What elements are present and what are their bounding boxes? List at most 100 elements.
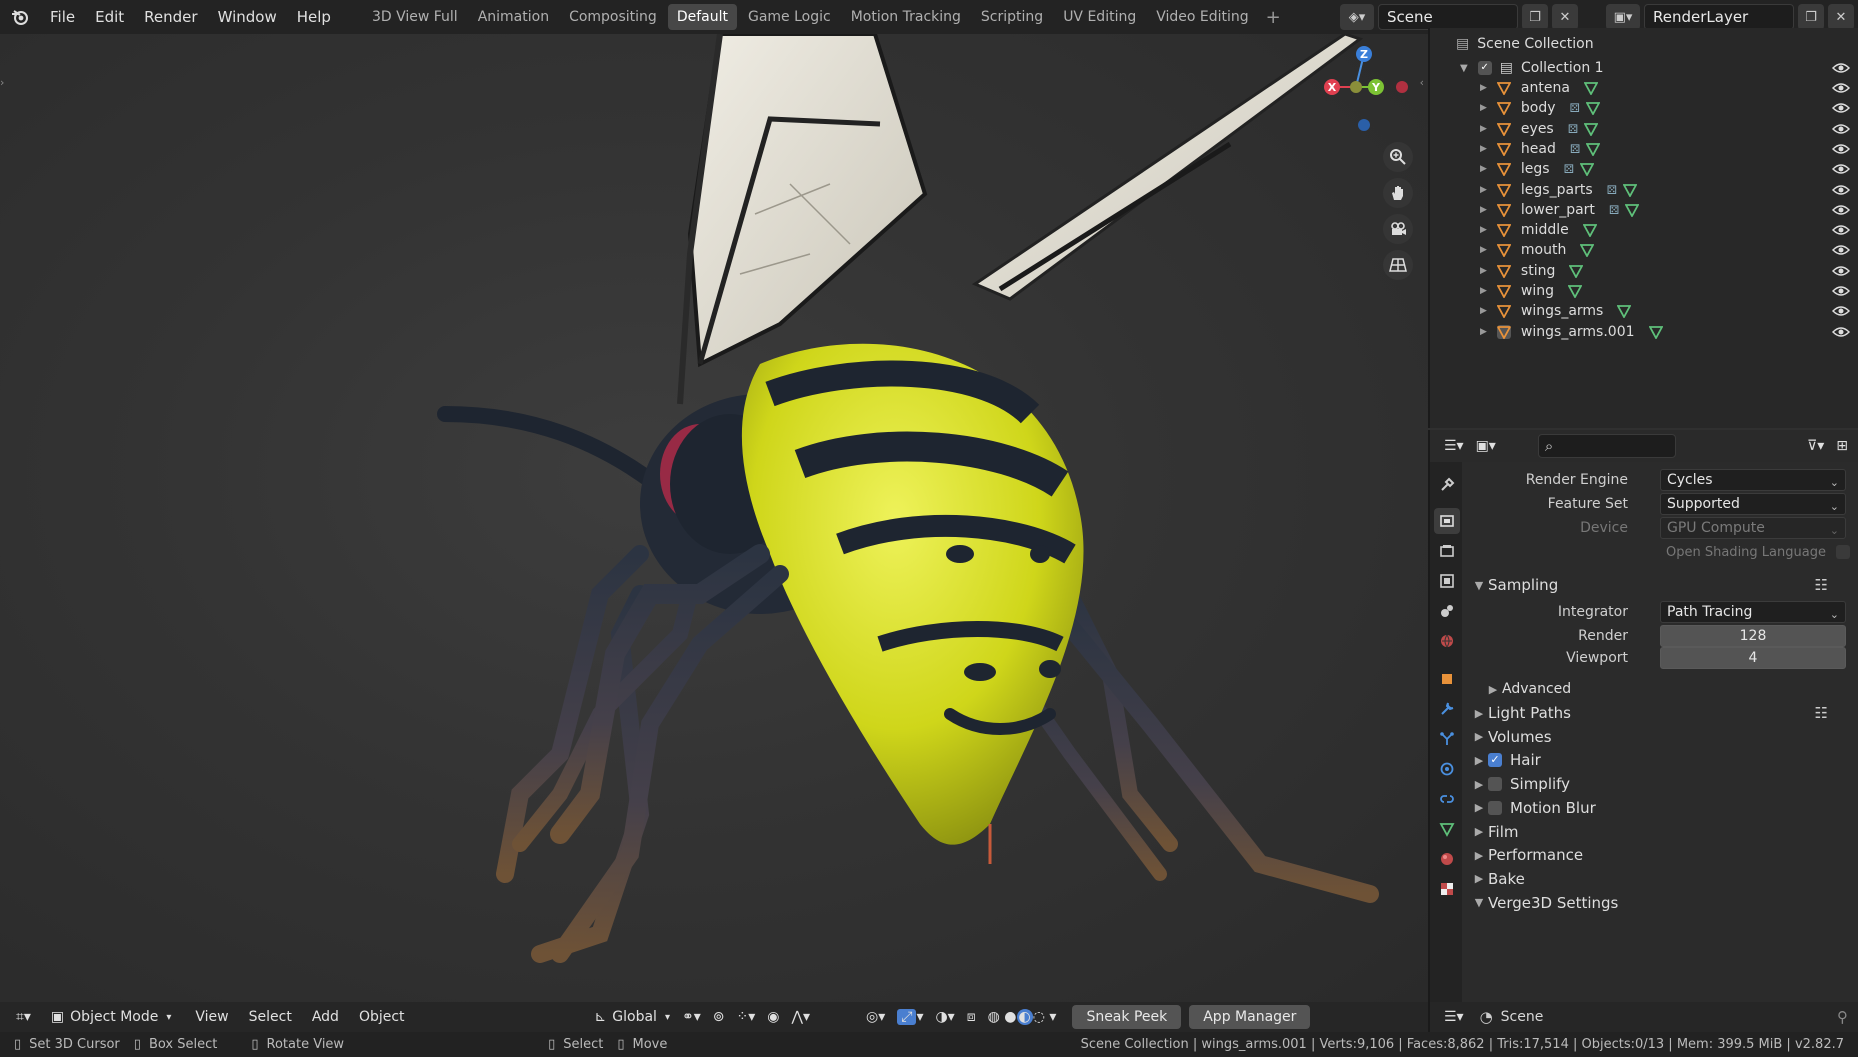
tab-motion-tracking[interactable]: Motion Tracking [842, 4, 970, 30]
modifier-icon[interactable]: ⚄ [1570, 142, 1580, 156]
navigation-gizmo[interactable]: Z Y X [1318, 42, 1408, 132]
editor-type-icon[interactable]: ⌗▾ [10, 1005, 37, 1029]
expand-arrow-icon[interactable]: ▶ [1480, 306, 1487, 316]
viewport-menu-select[interactable]: Select [243, 1005, 298, 1029]
mesh-data-icon[interactable] [1625, 203, 1640, 217]
eye-icon[interactable] [1832, 204, 1850, 216]
mesh-data-icon[interactable] [1569, 264, 1584, 278]
eye-icon[interactable] [1832, 305, 1850, 317]
eye-icon[interactable] [1832, 326, 1850, 338]
device-dropdown[interactable]: GPU Compute ⌄ [1660, 517, 1846, 539]
tab-animation[interactable]: Animation [469, 4, 558, 30]
section-hair[interactable]: ▶ ✓ Hair [1462, 747, 1858, 773]
eye-icon[interactable] [1832, 62, 1850, 74]
scene-tab-icon[interactable] [1434, 598, 1460, 624]
output-tab-icon[interactable] [1434, 538, 1460, 564]
snap-icon[interactable]: ⊚ [707, 1005, 731, 1029]
proportional-edit-icon[interactable]: ◉ [761, 1005, 785, 1029]
texture-tab-icon[interactable] [1434, 876, 1460, 902]
tab-video-editing[interactable]: Video Editing [1147, 4, 1257, 30]
expand-arrow-icon[interactable]: ▶ [1480, 286, 1487, 296]
object-mode-dropdown[interactable]: ▣ Object Mode ▾ [45, 1005, 177, 1029]
pin-icon[interactable]: ⚲ [1837, 1008, 1848, 1026]
presets-list-icon[interactable]: ☷ [1815, 704, 1828, 722]
viewport-menu-view[interactable]: View [189, 1005, 234, 1029]
scene-name-field[interactable]: Scene [1378, 4, 1518, 30]
scene-collection-row[interactable]: ▤ Scene Collection [1430, 32, 1858, 56]
mesh-data-tab-icon[interactable] [1434, 816, 1460, 842]
pivot-point-icon[interactable]: ⚭▾ [676, 1005, 707, 1029]
transform-orientation-dropdown[interactable]: ⊾ Global ▾ [589, 1005, 676, 1029]
physics-tab-icon[interactable] [1434, 756, 1460, 782]
tab-default[interactable]: Default [667, 4, 737, 30]
mesh-data-icon[interactable] [1586, 142, 1601, 156]
menu-render[interactable]: Render [134, 0, 207, 34]
xray-icon[interactable]: ⧈ [961, 1005, 982, 1029]
object-tab-icon[interactable] [1434, 666, 1460, 692]
new-scene-icon[interactable]: ❐ [1522, 4, 1548, 30]
new-collection-icon[interactable]: ⊞ [1830, 434, 1854, 458]
collection-checkbox[interactable]: ✓ [1477, 61, 1492, 75]
eye-icon[interactable] [1832, 244, 1850, 256]
constraints-tab-icon[interactable] [1434, 786, 1460, 812]
tab-scripting[interactable]: Scripting [972, 4, 1052, 30]
mesh-data-icon[interactable] [1580, 162, 1595, 177]
mesh-data-icon[interactable] [1568, 284, 1583, 298]
eye-icon[interactable] [1832, 285, 1850, 297]
feature-set-dropdown[interactable]: Supported ⌄ [1660, 493, 1846, 515]
tab-uv-editing[interactable]: UV Editing [1054, 4, 1145, 30]
menu-window[interactable]: Window [208, 0, 287, 34]
zoom-icon[interactable] [1383, 142, 1413, 172]
section-checkbox[interactable] [1488, 777, 1502, 792]
toolbar-expand-icon[interactable]: › [0, 76, 4, 89]
display-mode-icon[interactable]: ▣▾ [1470, 434, 1502, 458]
section-simplify[interactable]: ▶ Simplify [1462, 771, 1858, 797]
sneak-peek-button[interactable]: Sneak Peek [1072, 1005, 1182, 1029]
mesh-data-icon[interactable] [1584, 122, 1599, 136]
eye-icon[interactable] [1832, 163, 1850, 175]
mesh-data-icon[interactable] [1623, 183, 1638, 197]
expand-arrow-icon[interactable]: ▶ [1480, 327, 1487, 337]
modifier-icon[interactable]: ⚄ [1570, 101, 1580, 115]
mesh-data-icon[interactable] [1583, 81, 1598, 95]
mesh-data-icon[interactable] [1648, 325, 1663, 339]
render-tab-icon[interactable] [1434, 508, 1460, 534]
expand-arrow-icon[interactable]: ▶ [1480, 103, 1487, 113]
gizmo-toggle-icon[interactable]: ⤢ ▾ [891, 1005, 929, 1029]
blender-logo-icon[interactable] [0, 0, 40, 34]
properties-search-input[interactable]: ⌕ [1537, 434, 1676, 458]
delete-view-layer-icon[interactable]: ✕ [1828, 4, 1854, 30]
falloff-icon[interactable]: ⋀▾ [785, 1005, 816, 1029]
expand-arrow-icon[interactable]: ▶ [1480, 144, 1487, 154]
mesh-data-icon[interactable] [1617, 304, 1632, 319]
eye-icon[interactable] [1832, 102, 1850, 114]
render-engine-dropdown[interactable]: Cycles ⌄ [1660, 469, 1846, 491]
integrator-dropdown[interactable]: Path Tracing ⌄ [1660, 601, 1846, 623]
menu-file[interactable]: File [40, 0, 85, 34]
render-layer-field[interactable]: RenderLayer [1644, 4, 1794, 30]
eye-icon[interactable] [1832, 265, 1850, 277]
expand-arrow-icon[interactable]: ▶ [1480, 124, 1487, 134]
view-layer-tab-icon[interactable] [1434, 568, 1460, 594]
section-verge3d-settings[interactable]: ▼ Verge3D Settings [1462, 890, 1858, 916]
scene-browse-icon[interactable]: ◈▾ [1340, 4, 1374, 30]
menu-edit[interactable]: Edit [85, 0, 134, 34]
view-layer-browse-icon[interactable]: ▣▾ [1606, 4, 1640, 30]
snap-target-icon[interactable]: ⁘▾ [730, 1005, 761, 1029]
section-volumes[interactable]: ▶ Volumes [1462, 724, 1858, 750]
modifier-icon[interactable]: ⚄ [1568, 122, 1578, 136]
section-motion-blur[interactable]: ▶ Motion Blur [1462, 795, 1858, 821]
material-tab-icon[interactable] [1434, 846, 1460, 872]
advanced-subsection-header[interactable]: ▶ Advanced [1462, 676, 1858, 702]
modifier-tab-icon[interactable] [1434, 696, 1460, 722]
expand-arrow-icon[interactable]: ▶ [1480, 83, 1487, 93]
3d-viewport[interactable]: Z Y X › ‹ [0, 34, 1428, 1012]
modifier-icon[interactable]: ⚄ [1607, 183, 1617, 197]
section-checkbox[interactable]: ✓ [1488, 753, 1502, 768]
eye-icon[interactable] [1832, 184, 1850, 196]
section-light-paths[interactable]: ▶ Light Paths ☷ [1462, 700, 1858, 726]
section-bake[interactable]: ▶ Bake [1462, 866, 1858, 892]
render-samples-field[interactable]: 128 [1660, 625, 1846, 647]
sampling-section-header[interactable]: ▼ Sampling ☷ [1462, 572, 1858, 598]
visibility-icon[interactable]: ◎▾ [860, 1005, 891, 1029]
